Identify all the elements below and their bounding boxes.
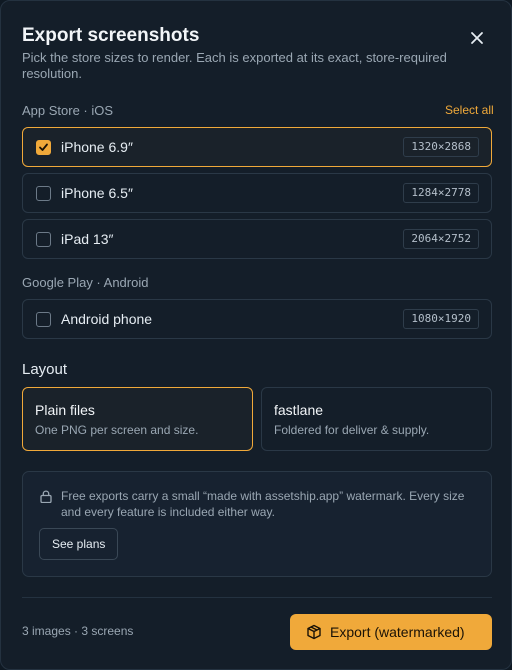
resolution-badge: 1320×2868 xyxy=(403,137,479,157)
layout-option-plain-files[interactable]: Plain files One PNG per screen and size. xyxy=(22,387,253,451)
checkbox-checked[interactable] xyxy=(36,140,51,155)
checkbox[interactable] xyxy=(36,186,51,201)
layout-option-fastlane[interactable]: fastlane Foldered for deliver & supply. xyxy=(261,387,492,451)
checkbox[interactable] xyxy=(36,232,51,247)
package-icon xyxy=(307,624,321,640)
size-row-iphone-6-9[interactable]: iPhone 6.9″ 1320×2868 xyxy=(22,127,492,167)
layout-option-title: fastlane xyxy=(274,402,324,418)
size-row-android-phone[interactable]: Android phone 1080×1920 xyxy=(22,299,492,339)
check-icon xyxy=(39,143,48,151)
close-button[interactable] xyxy=(467,28,487,48)
resolution-badge: 2064×2752 xyxy=(403,229,479,249)
resolution-badge: 1284×2778 xyxy=(403,183,479,203)
app-store-section-label: App Store · iOS xyxy=(22,103,114,118)
lock-icon xyxy=(40,490,52,503)
select-all-link[interactable]: Select all xyxy=(445,103,494,117)
checkbox[interactable] xyxy=(36,312,51,327)
layout-heading: Layout xyxy=(22,361,68,378)
export-summary: 3 images · 3 screens xyxy=(22,624,134,638)
size-row-iphone-6-5[interactable]: iPhone 6.5″ 1284×2778 xyxy=(22,173,492,213)
export-button-label: Export (watermarked) xyxy=(330,624,465,640)
google-play-section-label: Google Play · Android xyxy=(22,275,149,290)
export-dialog: Export screenshots Pick the store sizes … xyxy=(0,0,512,670)
resolution-badge: 1080×1920 xyxy=(403,309,479,329)
dialog-subtitle: Pick the store sizes to render. Each is … xyxy=(22,50,447,81)
size-label: Android phone xyxy=(61,311,153,327)
close-icon xyxy=(471,32,483,44)
size-row-ipad-13[interactable]: iPad 13″ 2064×2752 xyxy=(22,219,492,259)
layout-option-description: Foldered for deliver & supply. xyxy=(274,423,430,437)
watermark-notice: Free exports carry a small “made with as… xyxy=(22,471,492,577)
size-label: iPad 13″ xyxy=(61,231,114,247)
see-plans-button[interactable]: See plans xyxy=(39,528,119,560)
layout-option-title: Plain files xyxy=(35,402,95,418)
notice-text: Free exports carry a small “made with as… xyxy=(61,489,465,519)
layout-option-description: One PNG per screen and size. xyxy=(35,423,199,437)
dialog-title: Export screenshots xyxy=(22,25,200,46)
size-label: iPhone 6.5″ xyxy=(61,185,133,201)
size-label: iPhone 6.9″ xyxy=(61,139,133,155)
footer-divider xyxy=(22,597,492,598)
export-button[interactable]: Export (watermarked) xyxy=(290,614,492,650)
